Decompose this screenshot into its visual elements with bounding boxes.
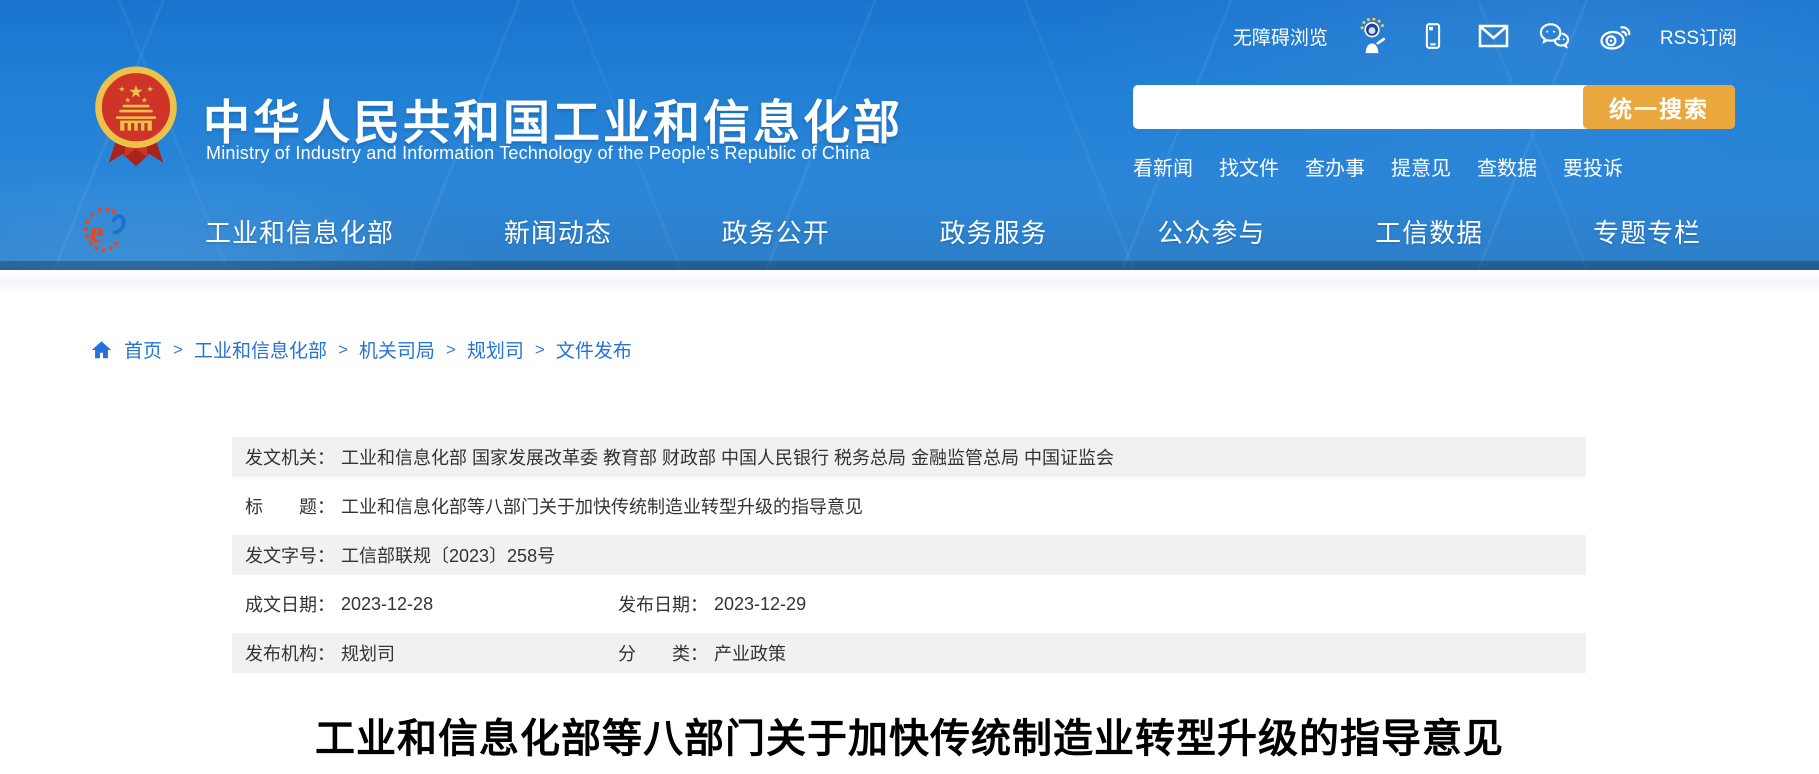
miit-e-logo-icon: e [82, 206, 126, 254]
svg-text:★: ★ [119, 84, 126, 93]
nav-item-news[interactable]: 新闻动态 [504, 213, 612, 250]
quick-links: 看新闻 找文件 查办事 提意见 查数据 要投诉 [1133, 152, 1623, 181]
quick-link-data[interactable]: 查数据 [1477, 152, 1537, 181]
meta-label: 发布日期： [618, 591, 708, 617]
nav-item-participation[interactable]: 公众参与 [1157, 213, 1265, 250]
meta-label: 发文字号： [245, 542, 335, 568]
svg-text:e: e [90, 214, 104, 249]
breadcrumb-separator: > [535, 340, 545, 360]
meta-cell: 发文字号： 工信部联规〔2023〕258号 [245, 542, 555, 568]
home-icon[interactable] [90, 339, 113, 361]
weibo-icon[interactable] [1599, 18, 1633, 54]
national-emblem-logo: ★ ★ ★ ★ ★ [94, 64, 178, 168]
svg-text:★: ★ [141, 95, 148, 104]
breadcrumb-planning-dept[interactable]: 规划司 [467, 336, 524, 363]
meta-label: 标 题： [245, 493, 335, 519]
nav-bottom-shade [0, 261, 1819, 270]
svg-text:★: ★ [147, 84, 154, 93]
breadcrumb-separator: > [338, 340, 348, 360]
meta-row-dates: 成文日期： 2023-12-28 发布日期： 2023-12-29 [232, 584, 1586, 624]
breadcrumb-separator: > [173, 340, 183, 360]
main-navigation: e 工业和信息化部 新闻动态 政务公开 政务服务 公众参与 工信数据 专题专栏 [0, 200, 1819, 262]
search-button[interactable]: 统一搜索 [1583, 85, 1735, 129]
meta-cell: 成文日期： 2023-12-28 [245, 591, 618, 617]
quick-link-news[interactable]: 看新闻 [1133, 152, 1193, 181]
meta-row-publisher-category: 发布机构： 规划司 分 类： 产业政策 [232, 633, 1586, 673]
nav-item-miit-data[interactable]: 工信数据 [1375, 213, 1483, 250]
meta-cell: 分 类： 产业政策 [618, 640, 786, 666]
site-header: 无障碍浏览 [0, 0, 1819, 270]
breadcrumb: 首页 > 工业和信息化部 > 机关司局 > 规划司 > 文件发布 [90, 336, 632, 363]
meta-value: 2023-12-29 [714, 594, 806, 615]
meta-row-title: 标 题： 工业和信息化部等八部门关于加快传统制造业转型升级的指导意见 [232, 486, 1586, 526]
mobile-icon[interactable] [1416, 18, 1450, 54]
breadcrumb-document-release[interactable]: 文件发布 [556, 336, 632, 363]
document-meta-table: 发文机关： 工业和信息化部 国家发展改革委 教育部 财政部 中国人民银行 税务总… [232, 437, 1586, 682]
meta-cell: 发布机构： 规划司 [245, 640, 618, 666]
meta-value: 工信部联规〔2023〕258号 [341, 542, 555, 568]
miit-document-page: 无障碍浏览 [0, 0, 1819, 774]
utility-topbar: 无障碍浏览 [1233, 16, 1737, 56]
unified-search: 统一搜索 [1133, 85, 1735, 129]
nav-items: 工业和信息化部 新闻动态 政务公开 政务服务 公众参与 工信数据 专题专栏 [205, 200, 1701, 262]
quick-link-documents[interactable]: 找文件 [1219, 152, 1279, 181]
breadcrumb-ministry[interactable]: 工业和信息化部 [194, 336, 327, 363]
meta-value: 工业和信息化部等八部门关于加快传统制造业转型升级的指导意见 [341, 493, 863, 519]
meta-row-document-number: 发文字号： 工信部联规〔2023〕258号 [232, 535, 1586, 575]
header-shadow-strip [0, 272, 1819, 292]
meta-label: 发文机关： [245, 444, 335, 470]
article-title: 工业和信息化部等八部门关于加快传统制造业转型升级的指导意见 [0, 706, 1819, 764]
nav-item-gov-services[interactable]: 政务服务 [939, 213, 1047, 250]
site-subtitle-english: Ministry of Industry and Information Tec… [206, 143, 870, 164]
meta-cell: 发文机关： 工业和信息化部 国家发展改革委 教育部 财政部 中国人民银行 税务总… [245, 444, 1114, 470]
svg-text:★: ★ [124, 95, 131, 104]
meta-label: 成文日期： [245, 591, 335, 617]
meta-value: 2023-12-28 [341, 594, 433, 615]
rss-link[interactable]: RSS订阅 [1660, 23, 1737, 50]
breadcrumb-separator: > [446, 340, 456, 360]
breadcrumb-departments[interactable]: 机关司局 [359, 336, 435, 363]
meta-label: 发布机构： [245, 640, 335, 666]
nav-item-gov-disclosure[interactable]: 政务公开 [722, 213, 830, 250]
quick-link-complaint[interactable]: 要投诉 [1563, 152, 1623, 181]
nav-item-special-topics[interactable]: 专题专栏 [1593, 213, 1701, 250]
sign-language-mascot-icon[interactable] [1355, 18, 1389, 54]
meta-value: 产业政策 [714, 640, 786, 666]
breadcrumb-home[interactable]: 首页 [124, 336, 162, 363]
meta-label: 分 类： [618, 640, 708, 666]
wechat-icon[interactable] [1538, 18, 1572, 54]
meta-cell: 发布日期： 2023-12-29 [618, 591, 806, 617]
mail-icon[interactable] [1477, 18, 1511, 54]
quick-link-feedback[interactable]: 提意见 [1391, 152, 1451, 181]
accessibility-link[interactable]: 无障碍浏览 [1233, 23, 1328, 50]
meta-value: 规划司 [341, 640, 395, 666]
nav-item-ministry[interactable]: 工业和信息化部 [205, 213, 394, 250]
quick-link-services[interactable]: 查办事 [1305, 152, 1365, 181]
meta-row-issuing-authority: 发文机关： 工业和信息化部 国家发展改革委 教育部 财政部 中国人民银行 税务总… [232, 437, 1586, 477]
meta-value: 工业和信息化部 国家发展改革委 教育部 财政部 中国人民银行 税务总局 金融监管… [341, 444, 1114, 470]
meta-cell: 标 题： 工业和信息化部等八部门关于加快传统制造业转型升级的指导意见 [245, 493, 863, 519]
